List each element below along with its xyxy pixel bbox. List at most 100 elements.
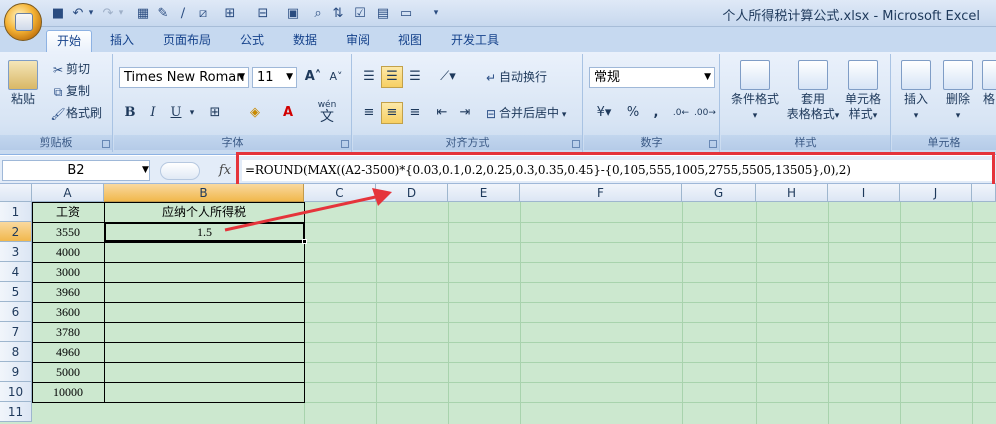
row-header[interactable]: 3 — [0, 242, 32, 262]
merge-center-button[interactable]: ⊟ 合并后居中 ▾ — [483, 104, 566, 122]
tab-formulas[interactable]: 公式 — [230, 30, 274, 52]
cell-a4[interactable]: 3000 — [32, 262, 104, 282]
edit-icon[interactable]: ✎ — [155, 6, 171, 21]
worksheet-grid[interactable]: A B C D E F G H I J 1 2 3 4 5 6 7 8 9 10… — [0, 184, 996, 424]
paste-button[interactable]: 粘贴 — [6, 60, 40, 107]
cell-a2[interactable]: 3550 — [32, 222, 104, 242]
font-launcher-icon[interactable] — [341, 140, 349, 148]
percent-button[interactable]: % — [622, 102, 644, 124]
merge-icon[interactable]: ⊟ — [255, 6, 271, 21]
office-button[interactable] — [4, 3, 42, 41]
tab-data[interactable]: 数据 — [283, 30, 327, 52]
wrap-text-button[interactable]: ↵ 自动换行 — [483, 68, 547, 86]
align-top-icon[interactable]: ☰ — [358, 66, 380, 88]
clipboard-launcher-icon[interactable] — [102, 140, 110, 148]
number-format-combobox[interactable]: 常规 ▼ — [589, 67, 715, 88]
row-header[interactable]: 6 — [0, 302, 32, 322]
format-as-table-button[interactable]: 套用 表格格式▾ — [783, 60, 843, 124]
paste-special-icon[interactable]: ▣ — [285, 6, 301, 21]
conditional-format-button[interactable]: 条件格式 ▾ — [725, 60, 785, 124]
underline-button[interactable]: U — [165, 102, 187, 124]
formula-bar-splitter[interactable] — [160, 162, 200, 180]
decrease-indent-icon[interactable]: ⇤ — [431, 102, 453, 124]
column-header-h[interactable]: H — [756, 184, 828, 202]
underline-dropdown-icon[interactable]: ▾ — [186, 102, 198, 124]
grow-font-icon[interactable]: A˄ — [302, 66, 324, 88]
row-header[interactable]: 8 — [0, 342, 32, 362]
cell-a6[interactable]: 3600 — [32, 302, 104, 322]
cell-a7[interactable]: 3780 — [32, 322, 104, 342]
draw-border-icon[interactable]: ⧄ — [195, 6, 211, 21]
shrink-font-icon[interactable]: A˅ — [325, 66, 347, 88]
column-header-f[interactable]: F — [520, 184, 682, 202]
align-center-icon[interactable]: ≡ — [381, 102, 403, 124]
tab-developer[interactable]: 开发工具 — [442, 30, 508, 52]
cell-a8[interactable]: 4960 — [32, 342, 104, 362]
row-header[interactable]: 11 — [0, 402, 32, 422]
decrease-decimal-icon[interactable]: .00→ — [693, 102, 716, 124]
list-icon[interactable]: ▤ — [375, 6, 391, 21]
draw-line-icon[interactable]: ∕ — [175, 6, 191, 21]
save-icon[interactable]: ■ — [50, 6, 66, 21]
row-header[interactable]: 2 — [0, 222, 32, 242]
name-box[interactable]: B2 — [2, 160, 150, 181]
copy-button[interactable]: ⧉ 复制 — [50, 82, 90, 100]
column-header-g[interactable]: G — [682, 184, 756, 202]
column-header-i[interactable]: I — [828, 184, 900, 202]
fill-color-icon[interactable]: ◈ — [244, 102, 266, 124]
shape-icon[interactable]: ▭ — [398, 6, 414, 21]
tab-page-layout[interactable]: 页面布局 — [155, 30, 219, 52]
align-right-icon[interactable]: ≡ — [404, 102, 426, 124]
redo-dropdown-icon[interactable]: ▾ — [113, 6, 129, 21]
undo-dropdown-icon[interactable]: ▾ — [83, 6, 99, 21]
cell-a5[interactable]: 3960 — [32, 282, 104, 302]
table-icon[interactable]: ▦ — [135, 6, 151, 21]
cell-styles-button[interactable]: 单元格 样式▾ — [835, 60, 891, 124]
column-header-e[interactable]: E — [448, 184, 520, 202]
column-header-j[interactable]: J — [900, 184, 972, 202]
cell-a9[interactable]: 5000 — [32, 362, 104, 382]
font-name-combobox[interactable]: Times New Roman ▼ — [119, 67, 249, 88]
format-cells-button[interactable]: 格 — [982, 60, 996, 107]
cut-button[interactable]: ✂ 剪切 — [50, 60, 90, 78]
row-header[interactable]: 7 — [0, 322, 32, 342]
phonetic-guide-button[interactable]: wén 文 — [312, 98, 342, 126]
insert-cells-button[interactable]: 插入 ▾ — [896, 60, 936, 124]
formula-input[interactable]: =ROUND(MAX((A2-3500)*{0.03,0.1,0.2,0.25,… — [242, 160, 994, 181]
select-all-corner[interactable] — [0, 184, 32, 202]
checkbox-icon[interactable]: ☑ — [352, 6, 368, 21]
font-color-icon[interactable]: A — [277, 102, 299, 124]
align-left-icon[interactable]: ≡ — [358, 102, 380, 124]
bold-button[interactable]: B — [119, 102, 141, 124]
italic-button[interactable]: I — [142, 102, 164, 124]
row-header[interactable]: 9 — [0, 362, 32, 382]
align-bottom-icon[interactable]: ☰ — [404, 66, 426, 88]
cell-a10[interactable]: 10000 — [32, 382, 104, 402]
row-header[interactable]: 5 — [0, 282, 32, 302]
tab-view[interactable]: 视图 — [388, 30, 432, 52]
tab-home[interactable]: 开始 — [46, 30, 92, 52]
align-middle-icon[interactable]: ☰ — [381, 66, 403, 88]
row-header[interactable]: 1 — [0, 202, 32, 222]
sort-az-icon[interactable]: ⇅ — [330, 6, 346, 21]
column-header-a[interactable]: A — [32, 184, 104, 202]
cell-a1[interactable]: 工资 — [32, 202, 104, 222]
preview-icon[interactable]: ⌕ — [310, 6, 326, 21]
tab-insert[interactable]: 插入 — [100, 30, 144, 52]
borders-icon[interactable]: ⊞ — [222, 6, 238, 21]
row-header[interactable]: 4 — [0, 262, 32, 282]
borders-icon[interactable]: ⊞ — [204, 102, 226, 124]
delete-cells-button[interactable]: 删除 ▾ — [938, 60, 978, 124]
font-size-combobox[interactable]: 11 ▼ — [252, 67, 297, 88]
increase-indent-icon[interactable]: ⇥ — [454, 102, 476, 124]
column-header-k[interactable] — [972, 184, 996, 202]
orientation-icon[interactable]: ⟋▾ — [433, 66, 463, 88]
format-painter-button[interactable]: 🖌格式刷 — [50, 104, 102, 122]
tab-review[interactable]: 审阅 — [336, 30, 380, 52]
insert-function-button[interactable]: fx — [210, 161, 240, 181]
number-launcher-icon[interactable] — [709, 140, 717, 148]
alignment-launcher-icon[interactable] — [572, 140, 580, 148]
comma-button[interactable]: , — [645, 102, 667, 124]
currency-icon[interactable]: ¥▾ — [589, 102, 619, 124]
row-header[interactable]: 10 — [0, 382, 32, 402]
